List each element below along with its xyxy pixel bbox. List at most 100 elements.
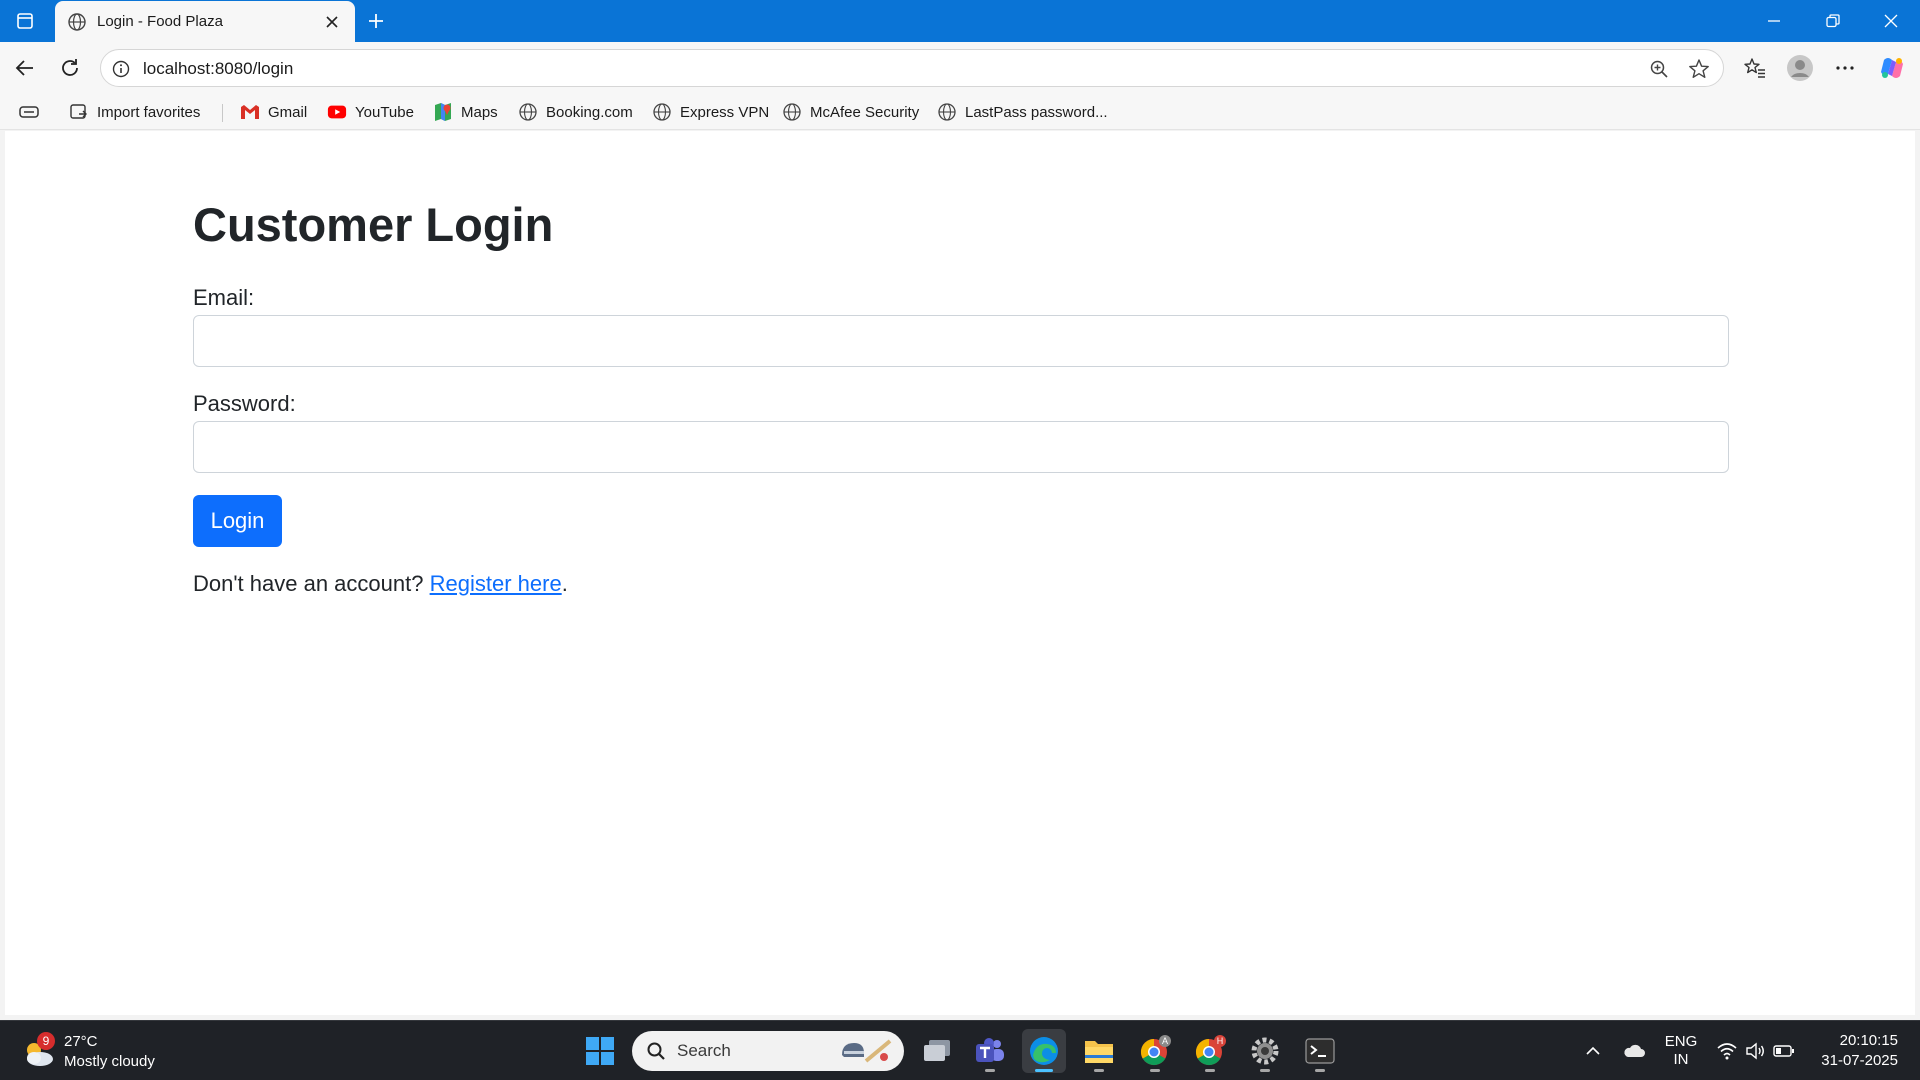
taskbar-search[interactable]: Search: [632, 1031, 904, 1071]
favorites-list-icon: [1744, 58, 1765, 78]
email-field[interactable]: [193, 315, 1729, 367]
taskbar-file-explorer[interactable]: [1077, 1029, 1121, 1073]
close-window-button[interactable]: [1862, 0, 1920, 42]
taskbar-task-view[interactable]: [915, 1029, 959, 1073]
favorites-button[interactable]: [1738, 52, 1772, 84]
bookmark-import-favorites[interactable]: Import favorites: [69, 99, 200, 125]
search-placeholder: Search: [677, 1041, 731, 1060]
chrome-badge-h: H: [1217, 1036, 1224, 1046]
bookmark-maps[interactable]: Maps: [433, 99, 498, 125]
bookmark-label: McAfee Security: [810, 103, 920, 121]
running-indicator: [1205, 1069, 1215, 1072]
taskbar-settings[interactable]: [1243, 1029, 1287, 1073]
address-bar[interactable]: localhost:8080/login: [100, 49, 1724, 87]
weather-icon: 9: [20, 1032, 56, 1070]
battery-icon: [1773, 1045, 1794, 1057]
weather-widget[interactable]: 9 27°C Mostly cloudy: [20, 1031, 155, 1073]
password-field[interactable]: [193, 421, 1729, 473]
register-prompt: Don't have an account? Register here.: [193, 571, 568, 597]
clock-date: 31-07-2025: [1821, 1052, 1898, 1069]
browser-toolbar: localhost:8080/login: [0, 42, 1920, 94]
globe-icon: [652, 102, 672, 122]
url-text: localhost:8080/login: [143, 59, 294, 78]
network-button[interactable]: [1714, 1021, 1740, 1080]
minimize-icon: [1768, 20, 1780, 22]
running-indicator: [1260, 1069, 1270, 1072]
taskbar-chrome-a[interactable]: A: [1133, 1029, 1177, 1073]
copilot-icon: [1881, 58, 1903, 78]
running-indicator: [985, 1069, 995, 1072]
refresh-button[interactable]: [53, 52, 87, 84]
back-button[interactable]: [8, 52, 42, 84]
bookmark-label: LastPass password...: [965, 103, 1108, 121]
windows-taskbar: 9 27°C Mostly cloudy Search A H ENG IN 2…: [0, 1020, 1920, 1080]
show-hidden-icons-button[interactable]: [1578, 1021, 1608, 1080]
settings-icon: [1251, 1037, 1279, 1065]
minimize-button[interactable]: [1745, 0, 1803, 42]
import-icon: [69, 102, 89, 122]
bookmark-booking[interactable]: Booking.com: [518, 99, 633, 125]
windows-logo-icon: [586, 1037, 614, 1065]
taskbar-edge[interactable]: [1022, 1029, 1066, 1073]
tab-login[interactable]: Login - Food Plaza: [55, 1, 355, 42]
tab-actions-button[interactable]: [10, 6, 40, 36]
register-link[interactable]: Register here: [430, 571, 562, 596]
clock-time: 20:10:15: [1839, 1032, 1898, 1049]
site-info-icon[interactable]: [110, 58, 132, 80]
cloud-icon: [1624, 1044, 1645, 1057]
battery-button[interactable]: [1770, 1021, 1798, 1080]
login-button[interactable]: Login: [193, 495, 282, 547]
running-indicator: [1315, 1069, 1325, 1072]
copilot-button[interactable]: [1875, 52, 1909, 84]
globe-icon: [68, 12, 86, 31]
new-tab-button[interactable]: [360, 6, 392, 36]
chrome-profile-h-icon: H: [1195, 1035, 1226, 1066]
favorites-bar: Import favorites Gmail YouTube Maps Book…: [0, 94, 1920, 130]
taskbar-chrome-h[interactable]: H: [1188, 1029, 1232, 1073]
register-prompt-text: Don't have an account?: [193, 571, 424, 596]
globe-icon: [518, 102, 538, 122]
bookmark-youtube[interactable]: YouTube: [327, 99, 414, 125]
bookmark-lastpass[interactable]: LastPass password...: [937, 99, 1108, 125]
onedrive-button[interactable]: [1618, 1021, 1650, 1080]
register-suffix: .: [561, 571, 568, 596]
bookmark-express-vpn[interactable]: Express VPN: [652, 99, 769, 125]
more-options-button[interactable]: [1828, 52, 1862, 84]
restore-button[interactable]: [1804, 0, 1862, 42]
back-arrow-icon: [15, 60, 33, 76]
terminal-icon: [1305, 1038, 1335, 1064]
chevron-up-icon: [1586, 1046, 1600, 1055]
globe-icon: [782, 102, 802, 122]
folder-icon: [1085, 1041, 1113, 1063]
page-viewport: Customer Login Email: Password: Login Do…: [5, 131, 1915, 1015]
more-dots-icon: [1836, 66, 1854, 70]
collections-button[interactable]: [18, 99, 40, 125]
speaker-icon: [1746, 1042, 1764, 1060]
zoom-icon[interactable]: [1647, 57, 1671, 81]
password-label: Password:: [193, 391, 296, 416]
weather-temperature: 27°C: [64, 1033, 98, 1050]
close-icon: [1884, 14, 1898, 28]
youtube-icon: [327, 102, 347, 122]
taskbar-teams[interactable]: [968, 1029, 1012, 1073]
edge-icon: [1030, 1037, 1058, 1065]
bookmark-mcafee[interactable]: McAfee Security: [782, 99, 919, 125]
chrome-profile-a-icon: A: [1140, 1035, 1171, 1066]
start-button[interactable]: [582, 1033, 618, 1069]
system-clock[interactable]: 20:10:15 31-07-2025: [1821, 1031, 1898, 1071]
profile-button[interactable]: [1783, 52, 1817, 84]
bookmark-label: Gmail: [268, 103, 308, 121]
bookmark-label: Import favorites: [97, 103, 201, 121]
tab-close-icon[interactable]: [321, 11, 343, 33]
language-code: ENG: [1664, 1033, 1698, 1050]
language-indicator[interactable]: ENG IN: [1660, 1021, 1702, 1080]
bookmark-label: YouTube: [355, 103, 414, 121]
taskbar-terminal[interactable]: [1298, 1029, 1342, 1073]
globe-icon: [937, 102, 957, 122]
favorite-star-icon[interactable]: [1687, 57, 1711, 81]
volume-button[interactable]: [1742, 1021, 1768, 1080]
bookmark-label: Booking.com: [546, 103, 633, 121]
bookmark-gmail[interactable]: Gmail: [240, 99, 307, 125]
weather-description: Mostly cloudy: [64, 1053, 155, 1070]
running-indicator: [1150, 1069, 1160, 1072]
